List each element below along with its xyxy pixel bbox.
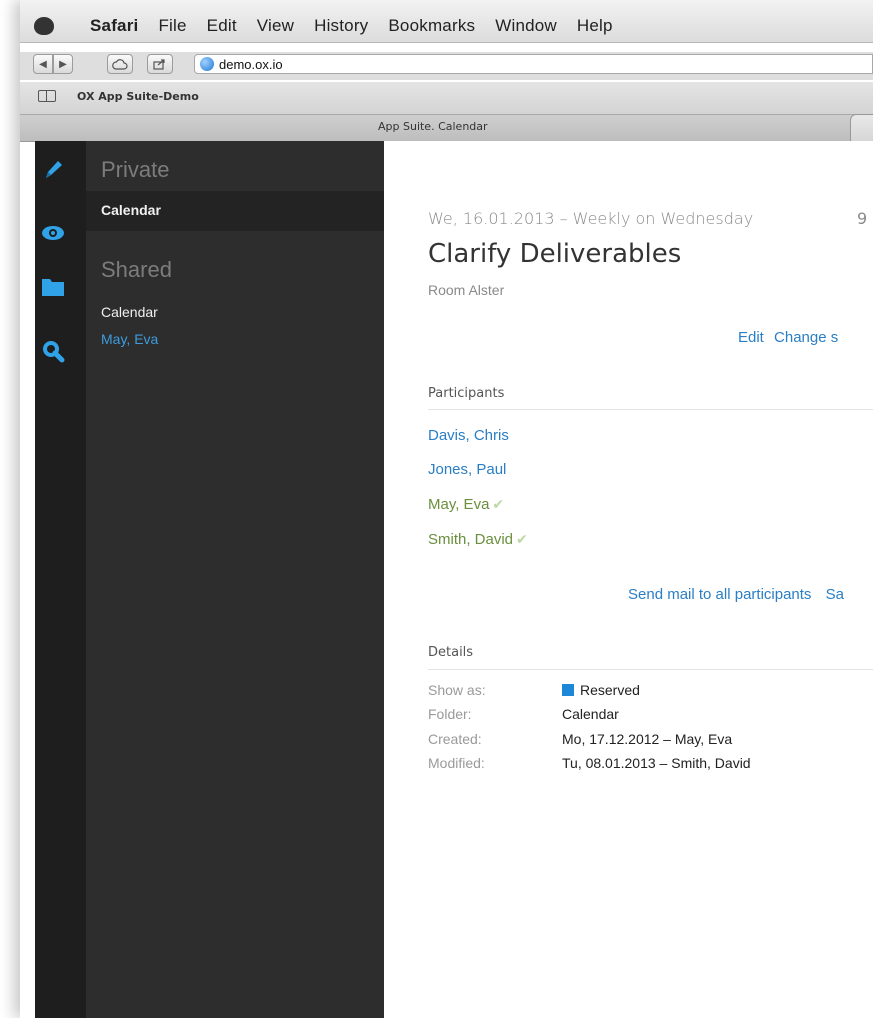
- icloud-tabs-button[interactable]: [107, 54, 133, 74]
- menu-help[interactable]: Help: [577, 16, 613, 36]
- eye-icon[interactable]: [41, 221, 65, 245]
- details-label: Details: [428, 645, 474, 660]
- participant-actions: Send mail to all participants Sa: [628, 586, 854, 603]
- search-icon[interactable]: [41, 339, 65, 363]
- save-participants-link[interactable]: Sa: [826, 586, 844, 603]
- appointment-location: Room Alster: [428, 282, 505, 298]
- edit-link[interactable]: Edit: [738, 329, 764, 346]
- apple-icon[interactable]: [34, 17, 54, 35]
- tab-next[interactable]: [850, 114, 873, 141]
- private-heading: Private: [101, 157, 170, 182]
- modified-value: Tu, 08.01.2013 – Smith, David: [562, 755, 751, 771]
- show-as-value: Reserved: [580, 682, 640, 698]
- check-icon: ✔: [516, 531, 528, 547]
- detail-label: Folder:: [428, 706, 472, 722]
- share-button[interactable]: [147, 54, 173, 74]
- tab-bar: App Suite. Calendar: [20, 114, 873, 142]
- appointment-date: We, 16.01.2013 – Weekly on Wednesday: [428, 209, 754, 228]
- appointment-actions: Edit Change s: [738, 329, 844, 346]
- detail-label: Modified:: [428, 755, 485, 771]
- back-button[interactable]: ◀: [33, 54, 53, 74]
- send-mail-link[interactable]: Send mail to all participants: [628, 586, 811, 603]
- detail-value: Reserved: [562, 682, 640, 698]
- menu-safari[interactable]: Safari: [90, 16, 138, 36]
- detail-label: Created:: [428, 731, 482, 747]
- cloud-icon: [112, 59, 128, 70]
- folder-icon[interactable]: [41, 275, 65, 299]
- details-divider: [428, 669, 873, 670]
- participant-link[interactable]: Smith, David: [428, 531, 513, 548]
- shared-heading: Shared: [101, 257, 172, 282]
- forward-button[interactable]: ▶: [53, 54, 73, 74]
- tab-title[interactable]: App Suite. Calendar: [378, 120, 488, 133]
- bookmark-item[interactable]: OX App Suite-Demo: [77, 90, 199, 103]
- url-text[interactable]: demo.ox.io: [219, 57, 283, 72]
- toolbar: ◀ ▶ demo.ox.io: [20, 52, 873, 80]
- shared-calendar-item[interactable]: Calendar: [101, 304, 158, 320]
- reserved-swatch: [562, 684, 574, 696]
- appointment-title: Clarify Deliverables: [428, 239, 682, 269]
- calendar-app: Private Calendar Shared Calendar May, Ev…: [35, 141, 873, 1018]
- created-value: Mo, 17.12.2012 – May, Eva: [562, 731, 733, 747]
- globe-icon: [200, 57, 214, 71]
- safari-window: Safari File Edit View History Bookmarks …: [20, 0, 873, 1018]
- share-icon: [153, 59, 165, 70]
- folder-value: Calendar: [562, 706, 619, 722]
- check-icon: ✔: [492, 496, 505, 512]
- detail-label: Show as:: [428, 682, 486, 698]
- address-bar[interactable]: demo.ox.io: [194, 54, 873, 74]
- appointment-detail: We, 16.01.2013 – Weekly on Wednesday 9 C…: [384, 141, 873, 1018]
- participant-accepted: Smith, David ✔: [428, 531, 528, 549]
- menu-bookmarks[interactable]: Bookmarks: [388, 16, 475, 36]
- menu-history[interactable]: History: [314, 16, 368, 36]
- participant-link[interactable]: Davis, Chris: [428, 427, 509, 444]
- participant-link[interactable]: May, Eva: [428, 496, 489, 513]
- participants-divider: [428, 409, 873, 410]
- menu-window[interactable]: Window: [495, 16, 557, 36]
- pencil-icon[interactable]: [41, 157, 65, 181]
- participant-accepted: May, Eva ✔: [428, 496, 504, 514]
- menu-bar: Safari File Edit View History Bookmarks …: [20, 0, 873, 43]
- menu-view[interactable]: View: [257, 16, 294, 36]
- change-status-link[interactable]: Change s: [774, 329, 838, 346]
- appointment-time: 9: [857, 209, 868, 228]
- bookmarks-book-icon[interactable]: [38, 90, 56, 102]
- participants-label: Participants: [428, 386, 505, 401]
- folder-sidebar: Private Calendar Shared Calendar May, Ev…: [86, 141, 384, 1018]
- forward-icon: ▶: [59, 58, 67, 70]
- icon-bar: [35, 141, 86, 1018]
- menu-edit[interactable]: Edit: [207, 16, 237, 36]
- shared-user-link[interactable]: May, Eva: [101, 331, 158, 347]
- private-calendar-item[interactable]: Calendar: [101, 202, 161, 218]
- menu-file[interactable]: File: [158, 16, 186, 36]
- back-icon: ◀: [39, 58, 47, 70]
- menu-items: Safari File Edit View History Bookmarks …: [90, 16, 613, 36]
- participant-link[interactable]: Jones, Paul: [428, 461, 506, 478]
- bookmarks-bar: OX App Suite-Demo: [20, 82, 873, 114]
